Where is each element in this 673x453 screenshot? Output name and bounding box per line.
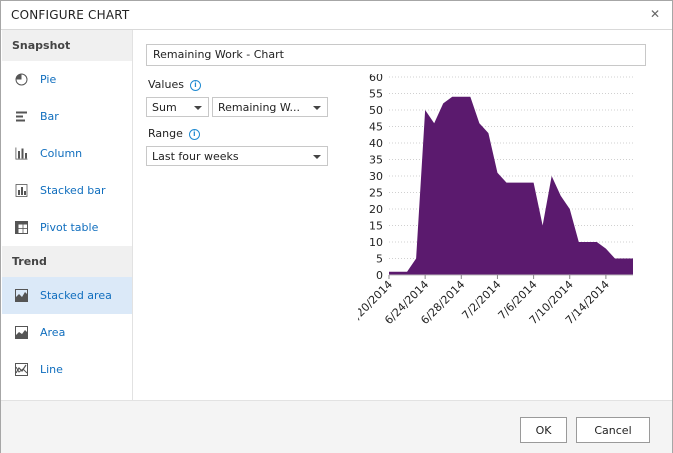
dialog-footer: OK Cancel [1,400,672,453]
y-tick-label: 50 [369,104,383,117]
bar-chart-icon [15,110,28,123]
dialog-title: CONFIGURE CHART [11,8,130,22]
info-icon[interactable]: i [188,129,200,140]
sidebar-item-stacked-area[interactable]: Stacked area [2,277,132,314]
y-tick-label: 45 [369,121,383,134]
stacked-area-icon [15,289,28,302]
sidebar-item-stacked-bar[interactable]: Stacked bar [2,172,132,209]
trend-heading: Trend [2,246,132,277]
sidebar-item-pivot-table[interactable]: Pivot table [2,209,132,246]
sidebar-item-label: Stacked area [40,289,112,302]
snapshot-heading: Snapshot [2,30,132,61]
series-area [389,96,633,275]
range-field-label: Range i [148,127,200,140]
chart-type-sidebar: Snapshot Pie Bar Column Stacked bar Pivo… [2,30,133,400]
chart-config-panel: Valuesi Sum Remaining W... Rangei Last f… [134,30,672,400]
sidebar-item-label: Pivot table [40,221,99,234]
y-tick-label: 10 [369,236,383,249]
y-tick-label: 60 [369,74,383,84]
values-field-label: Values i [148,78,201,91]
sidebar-item-label: Column [40,147,83,160]
remaining-work-area-chart: 0510152025303540455055606/20/20146/24/20… [358,74,633,327]
sidebar-item-line[interactable]: Line [2,351,132,388]
y-tick-label: 15 [369,220,383,233]
sidebar-item-label: Stacked bar [40,184,106,197]
sidebar-item-label: Pie [40,73,57,86]
pivot-table-icon [15,221,28,234]
y-tick-label: 25 [369,187,383,200]
chart-title-input[interactable] [146,44,646,66]
sidebar-item-area[interactable]: Area [2,314,132,351]
close-icon[interactable]: ✕ [648,7,662,21]
stacked-bar-icon [15,184,28,197]
dialog-titlebar: CONFIGURE CHART ✕ [1,1,672,30]
pie-chart-icon [15,73,28,86]
y-tick-label: 20 [369,203,383,216]
ok-button[interactable]: OK [520,417,567,443]
y-tick-label: 0 [376,269,383,282]
sidebar-item-label: Line [40,363,63,376]
aggregation-select[interactable]: Sum [146,97,209,117]
chevron-down-icon [194,106,202,110]
range-select[interactable]: Last four weeks [146,146,328,166]
sidebar-item-label: Area [40,326,66,339]
range-label-text: Range [148,127,183,140]
sidebar-item-column[interactable]: Column [2,135,132,172]
y-tick-label: 40 [369,137,383,150]
sidebar-item-label: Bar [40,110,59,123]
value-field-value: Remaining W... [218,101,301,114]
values-label-text: Values [148,78,184,91]
sidebar-item-pie[interactable]: Pie [2,61,132,98]
y-tick-label: 35 [369,154,383,167]
value-field-select[interactable]: Remaining W... [212,97,328,117]
info-icon[interactable]: i [189,80,201,91]
y-tick-label: 55 [369,88,383,101]
cancel-button[interactable]: Cancel [576,417,650,443]
sidebar-item-bar[interactable]: Bar [2,98,132,135]
chevron-down-icon [313,106,321,110]
y-tick-label: 5 [376,253,383,266]
configure-chart-dialog: CONFIGURE CHART ✕ Snapshot Pie Bar Colum… [0,0,673,453]
line-chart-icon [15,363,28,376]
column-chart-icon [15,147,28,160]
area-chart-icon [15,326,28,339]
chevron-down-icon [313,155,321,159]
range-value: Last four weeks [152,150,239,163]
y-tick-label: 30 [369,170,383,183]
